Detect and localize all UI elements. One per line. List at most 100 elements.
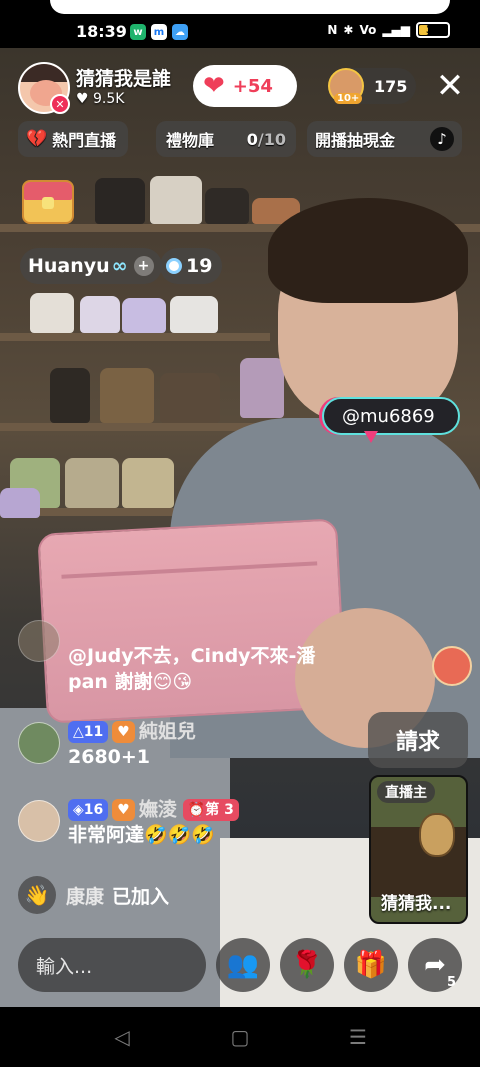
top-viewer-avatar[interactable]: 10+ — [328, 68, 364, 104]
share-arrow-icon: ➦ — [424, 950, 446, 980]
sticker-icon[interactable] — [432, 646, 472, 686]
gift-progress-current: 0 — [246, 129, 258, 149]
bottom-bar: 輸入... 👥 🌹 🎁 ➦ 5 — [0, 936, 480, 996]
level-value: 16 — [83, 801, 104, 818]
bag — [80, 296, 120, 333]
fan-club-pill[interactable]: Huanyu ∞ + — [20, 248, 162, 284]
join-user: 康康 — [66, 885, 105, 908]
comment-input[interactable]: 輸入... — [18, 938, 206, 992]
potato-avatar — [419, 813, 455, 857]
gift-button[interactable]: 🎁 — [344, 938, 398, 992]
share-count: 5 — [446, 975, 456, 990]
host-name: 猜猜我是誰 — [76, 68, 172, 90]
chat-message: 非常阿達🤣🤣🤣 — [68, 824, 215, 846]
share-button[interactable]: ➦ 5 — [408, 938, 462, 992]
weather-icon: ☁ — [172, 24, 188, 40]
bag — [160, 373, 220, 423]
shelf — [0, 423, 270, 431]
gift-progress: 0/10 — [247, 130, 286, 149]
host-preview-card[interactable]: 直播主 猜猜我... — [369, 775, 468, 924]
gift-library-chip[interactable]: 禮物庫 0/10 — [156, 121, 296, 157]
mention-bubble[interactable]: @mu6869 — [322, 397, 460, 443]
fan-club-name: Huanyu — [28, 255, 110, 277]
guest-connect-button[interactable]: 👥 — [216, 938, 270, 992]
bubble-icon: ∞ — [111, 255, 128, 277]
shelf — [0, 333, 270, 341]
chat-message: 2680+1 — [68, 746, 151, 768]
diamond-pill[interactable]: 19 — [160, 248, 223, 284]
battery-percent: 32 — [426, 24, 440, 36]
treasure-chest-icon[interactable] — [22, 180, 74, 224]
bag — [65, 458, 119, 508]
viewer-list[interactable]: 10+ 175 — [328, 68, 416, 104]
cash-draw-chip[interactable]: 開播抽現金 ♪ — [307, 121, 462, 157]
tiktok-icon: ♪ — [430, 127, 454, 151]
bag — [170, 296, 218, 333]
battery-icon: 32 — [416, 22, 450, 38]
bag — [122, 458, 174, 508]
rank-value: 第 3 — [205, 801, 234, 818]
team-badge-icon: ♥ — [112, 720, 135, 743]
signal-icon: ▂▄▆ — [382, 23, 410, 37]
heart-icon: ❤ — [203, 71, 225, 101]
recents-icon[interactable]: ☰ — [346, 1025, 370, 1049]
rank-badge: ⏰ 第 3 — [182, 798, 239, 821]
bag — [0, 488, 40, 518]
chat-author: 純姐兒 — [138, 720, 196, 743]
chat-author: 嫵淩 — [138, 798, 177, 821]
close-button[interactable]: ✕ — [430, 66, 470, 106]
multi-guest-icon: 👥 — [226, 950, 260, 980]
wallet-zipper — [61, 561, 318, 579]
gift-library-label: 禮物庫 — [166, 131, 215, 150]
top-viewer-level: 10+ — [334, 93, 363, 104]
level-value: 11 — [83, 723, 104, 740]
join-notification: 👋 康康 已加入 — [18, 876, 169, 914]
wave-hand-icon: 👋 — [18, 876, 56, 914]
host-likes: ♥ 9.5K — [76, 91, 125, 107]
like-increment: +54 — [232, 75, 273, 97]
status-time: 18:39 — [76, 22, 127, 41]
chest-lock — [42, 197, 54, 209]
viewer-count: 175 — [374, 76, 408, 96]
top-bezel — [50, 0, 450, 14]
bag — [50, 368, 90, 423]
join-action: 已加入 — [112, 885, 170, 908]
bag — [30, 293, 74, 333]
chat-avatar[interactable] — [18, 620, 60, 662]
rose-icon: 🌹 — [290, 950, 324, 980]
notification-icons: w m ☁ — [130, 24, 188, 40]
broken-heart-icon: 💔 — [26, 129, 48, 149]
mention-text: @mu6869 — [342, 405, 435, 427]
hot-live-chip[interactable]: 💔 熱門直播 — [18, 121, 128, 157]
cash-draw-label: 開播抽現金 — [315, 131, 396, 150]
rose-gift-button[interactable]: 🌹 — [280, 938, 334, 992]
chat-line: △ 11 ♥ 純姐兒 — [68, 718, 196, 745]
like-button[interactable]: ❤ +54 — [193, 65, 297, 107]
messenger-icon: m — [151, 24, 167, 40]
streamer-hair — [268, 198, 468, 303]
wechat-work-icon: w — [130, 24, 146, 40]
mic-muted-icon: ✕ — [50, 94, 70, 114]
bag — [100, 368, 154, 423]
gift-icon: 🎁 — [354, 950, 388, 980]
hot-live-label: 熱門直播 — [52, 131, 117, 150]
diamond-icon — [166, 258, 182, 274]
host-card-name: 猜猜我... — [381, 894, 452, 914]
system-icons: N ✱ Vo ▂▄▆ 32 — [327, 22, 450, 38]
back-icon[interactable]: ◁ — [110, 1025, 134, 1049]
bag — [150, 176, 202, 224]
chat-avatar[interactable] — [18, 722, 60, 764]
home-icon[interactable]: ▢ — [228, 1025, 252, 1049]
gift-progress-total: /10 — [257, 129, 286, 149]
bag — [95, 178, 145, 224]
chat-message: @Judy不去，Cindy不來-潘 pan 謝謝😊😘 — [68, 645, 316, 693]
diamond-count: 19 — [186, 255, 213, 277]
chat-avatar[interactable] — [18, 800, 60, 842]
join-fan-club-icon[interactable]: + — [133, 256, 154, 276]
nfc-icon: N — [327, 23, 338, 37]
system-navigation-bar: ◁ ▢ ☰ — [0, 1007, 480, 1067]
bag — [240, 358, 284, 418]
team-badge-icon: ♥ — [112, 798, 135, 821]
bluetooth-icon: ✱ — [343, 23, 354, 37]
request-button[interactable]: 請求 — [368, 712, 468, 768]
